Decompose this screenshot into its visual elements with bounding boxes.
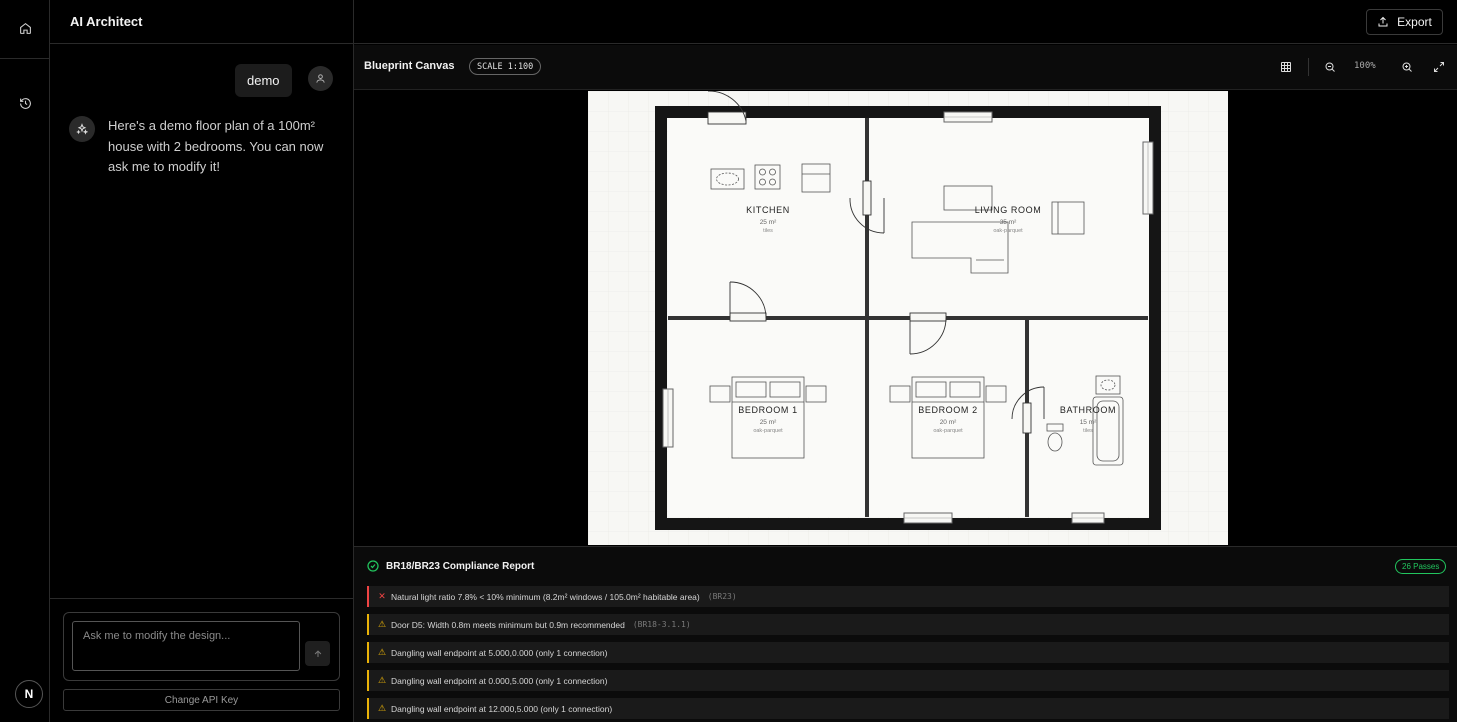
room-kitchen-area: 25 m²: [760, 219, 777, 226]
issue-text: Dangling wall endpoint at 0.000,5.000 (o…: [391, 675, 608, 686]
room-bedroom1-name: BEDROOM 1: [738, 405, 797, 415]
home-icon: [19, 22, 31, 34]
export-button[interactable]: Export: [1366, 9, 1443, 35]
rail-divider: [0, 58, 49, 59]
history-icon: [19, 97, 31, 109]
toolbar-divider: [1308, 58, 1309, 76]
export-label: Export: [1397, 15, 1432, 29]
room-bathroom-material: tiles: [1083, 428, 1093, 434]
warning-icon: ⚠: [377, 619, 387, 629]
maximize-icon: [1434, 62, 1444, 72]
compliance-issue[interactable]: ⚠ Door D5: Width 0.8m meets minimum but …: [367, 614, 1449, 635]
issue-text: Natural light ratio 7.8% < 10% minimum (…: [391, 591, 700, 602]
chat-input[interactable]: [72, 621, 300, 671]
chat-composer: [63, 612, 340, 681]
compliance-issue[interactable]: ⚠ Dangling wall endpoint at 0.000,5.000 …: [367, 670, 1449, 691]
arrow-up-icon: [314, 649, 321, 657]
issue-text: Dangling wall endpoint at 5.000,0.000 (o…: [391, 647, 608, 658]
zoom-in-button[interactable]: [1398, 58, 1416, 76]
user-icon: [316, 74, 325, 83]
send-button[interactable]: [305, 641, 330, 666]
zoom-out-icon: [1325, 62, 1335, 72]
compliance-issue[interactable]: ⚠ Dangling wall endpoint at 12.000,5.000…: [367, 698, 1449, 719]
app-logo[interactable]: N: [15, 680, 43, 708]
fullscreen-button[interactable]: [1430, 58, 1448, 76]
issue-code: (BR23): [707, 592, 737, 601]
canvas-toolbar: Blueprint Canvas SCALE 1:100 100%: [354, 45, 1457, 90]
zoom-out-button[interactable]: [1321, 58, 1339, 76]
passes-badge: 26 Passes: [1395, 559, 1447, 574]
blueprint-canvas[interactable]: KITCHEN 25 m² tiles LIVING ROOM 35 m² oa…: [354, 91, 1457, 545]
check-circle-icon: [367, 560, 379, 572]
left-rail: N: [0, 0, 50, 722]
app-title: AI Architect: [50, 0, 353, 44]
home-button[interactable]: [13, 16, 37, 40]
room-kitchen-material: tiles: [763, 228, 773, 234]
room-bedroom2-material: oak-parquet: [933, 428, 963, 434]
report-title: BR18/BR23 Compliance Report: [386, 561, 535, 572]
issue-text: Dangling wall endpoint at 12.000,5.000 (…: [391, 703, 613, 714]
warning-icon: ⚠: [377, 675, 387, 685]
room-living-name: LIVING ROOM: [975, 205, 1042, 215]
room-bedroom2-area: 20 m²: [940, 419, 957, 426]
canvas-title: Blueprint Canvas: [364, 60, 455, 72]
room-living-area: 35 m²: [1000, 219, 1017, 226]
compliance-issue[interactable]: ✕ Natural light ratio 7.8% < 10% minimum…: [367, 586, 1449, 607]
chat-panel: AI Architect demo Here's a demo floor pl…: [50, 0, 354, 722]
user-avatar: [308, 66, 333, 91]
warning-icon: ⚠: [377, 703, 387, 713]
history-button[interactable]: [13, 91, 37, 115]
zoom-in-icon: [1402, 62, 1412, 72]
zoom-level: 100%: [1354, 61, 1376, 71]
chat-divider: [50, 598, 353, 599]
grid-toggle-button[interactable]: [1277, 58, 1295, 76]
sparkles-icon: [76, 123, 88, 135]
room-bedroom1-material: oak-parquet: [753, 428, 783, 434]
room-bathroom-area: 15 m²: [1080, 419, 1097, 426]
warning-icon: ⚠: [377, 647, 387, 657]
user-message: demo: [235, 64, 292, 97]
room-bedroom2-name: BEDROOM 2: [918, 405, 977, 415]
main-area: Export Blueprint Canvas SCALE 1:100 100%: [354, 0, 1457, 722]
compliance-report: BR18/BR23 Compliance Report 26 Passes ✕ …: [354, 546, 1457, 722]
issue-text: Door D5: Width 0.8m meets minimum but 0.…: [391, 619, 625, 630]
room-kitchen-name: KITCHEN: [746, 205, 790, 215]
compliance-issue[interactable]: ⚠ Dangling wall endpoint at 5.000,0.000 …: [367, 642, 1449, 663]
room-living-material: oak-parquet: [993, 228, 1023, 234]
top-bar: Export: [354, 0, 1457, 44]
ai-message: Here's a demo floor plan of a 100m² hous…: [108, 118, 324, 174]
room-bedroom1-area: 25 m²: [760, 419, 777, 426]
grid-icon: [1281, 62, 1291, 72]
room-bathroom-name: BATHROOM: [1060, 405, 1116, 415]
scale-badge: SCALE 1:100: [469, 58, 542, 75]
logo-letter: N: [24, 687, 34, 701]
ai-avatar: [69, 116, 95, 142]
issue-code: (BR18-3.1.1): [632, 620, 691, 629]
floor-plan-sheet: KITCHEN 25 m² tiles LIVING ROOM 35 m² oa…: [588, 91, 1228, 545]
upload-icon: [1378, 16, 1388, 27]
x-icon: ✕: [378, 591, 386, 601]
change-api-key-button[interactable]: Change API Key: [63, 689, 340, 711]
